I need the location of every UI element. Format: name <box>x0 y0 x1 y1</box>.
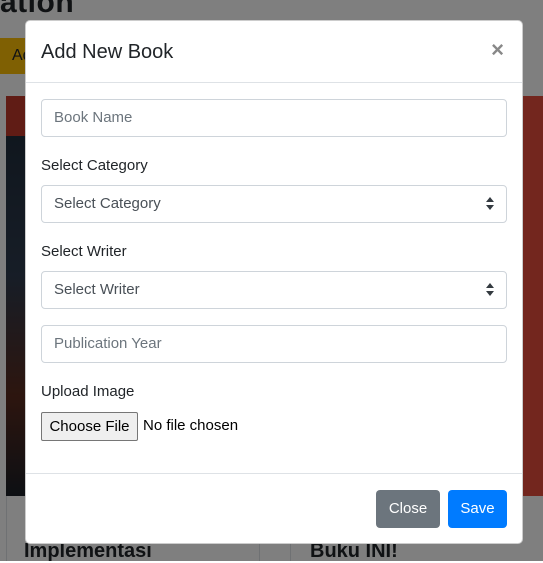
writer-selected-value: Select Writer <box>54 281 140 298</box>
save-button[interactable]: Save <box>448 490 507 528</box>
close-icon[interactable]: × <box>491 37 504 63</box>
upload-image-label: Upload Image <box>41 383 135 400</box>
writer-label: Select Writer <box>41 243 127 260</box>
category-selected-value: Select Category <box>54 195 161 212</box>
choose-file-button[interactable]: Choose File <box>41 412 138 441</box>
close-button[interactable]: Close <box>376 490 440 528</box>
book-name-input[interactable]: Book Name <box>41 99 507 137</box>
publication-year-input[interactable]: Publication Year <box>41 325 507 363</box>
modal-title: Add New Book <box>41 41 174 63</box>
category-select[interactable]: Select Category <box>41 185 507 223</box>
writer-select[interactable]: Select Writer <box>41 271 507 309</box>
select-arrows-icon <box>486 197 494 211</box>
modal-header: Add New Book × <box>26 21 522 83</box>
modal-footer: Close Save <box>26 473 522 543</box>
select-arrows-icon <box>486 283 494 297</box>
category-label: Select Category <box>41 157 148 174</box>
file-status-text: No file chosen <box>143 417 239 434</box>
add-book-modal: Add New Book × Book Name Select Category… <box>25 20 523 544</box>
